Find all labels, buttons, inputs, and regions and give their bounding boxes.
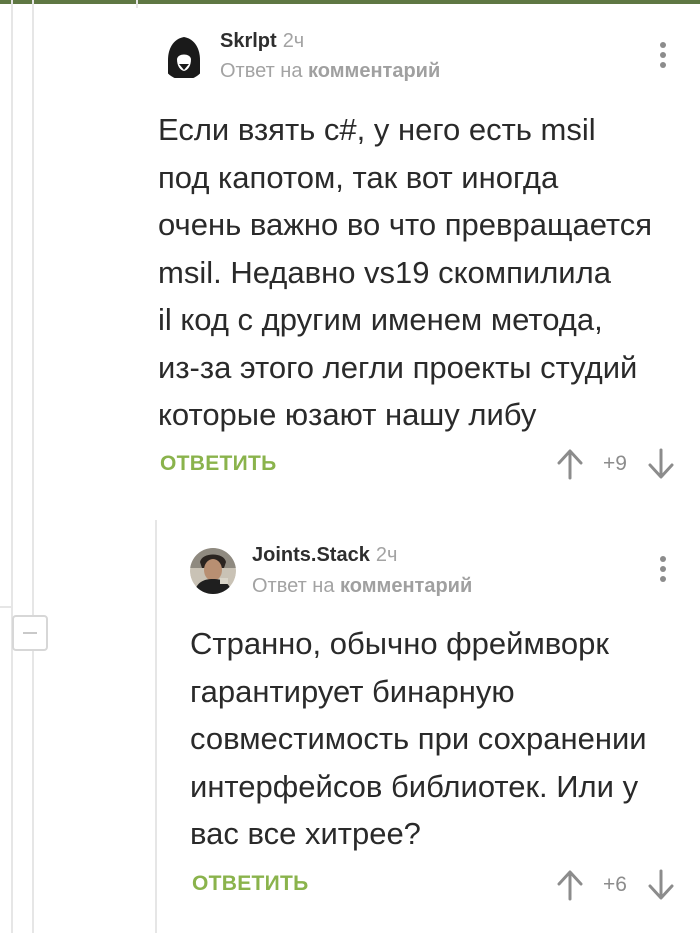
reply-to-line: Ответ на комментарий bbox=[220, 60, 440, 83]
comment-text: Если взять c#, у него есть msil под капо… bbox=[158, 112, 653, 432]
more-options-icon[interactable] bbox=[658, 42, 668, 72]
more-options-icon[interactable] bbox=[658, 556, 668, 586]
reply-parent-link[interactable]: комментарий bbox=[308, 60, 440, 82]
comment-time: 2ч bbox=[282, 30, 305, 52]
comment: Skrlpt 2ч Ответ на комментарий Если взять… bbox=[0, 0, 700, 500]
author-row: Skrlpt 2ч bbox=[220, 30, 304, 53]
author-name[interactable]: Skrlpt bbox=[220, 30, 277, 52]
reply-prefix: Ответ на bbox=[252, 575, 335, 597]
upvote-arrow-icon[interactable] bbox=[557, 869, 583, 901]
author-row: Joints.Stack 2ч bbox=[252, 544, 397, 567]
reply-button[interactable]: ОТВЕТИТЬ bbox=[160, 452, 277, 476]
reply-parent-link[interactable]: комментарий bbox=[340, 575, 472, 597]
comment: Joints.Stack 2ч Ответ на комментарий Стра… bbox=[0, 520, 700, 933]
person-photo-icon[interactable] bbox=[190, 548, 236, 594]
hooded-figure-icon[interactable] bbox=[161, 34, 207, 80]
author-name[interactable]: Joints.Stack bbox=[252, 544, 370, 566]
reply-to-line: Ответ на комментарий bbox=[252, 575, 472, 598]
reply-prefix: Ответ на bbox=[220, 60, 303, 82]
comment-time: 2ч bbox=[375, 544, 398, 566]
reply-button[interactable]: ОТВЕТИТЬ bbox=[192, 872, 309, 896]
downvote-arrow-icon[interactable] bbox=[648, 869, 674, 901]
upvote-arrow-icon[interactable] bbox=[557, 448, 583, 480]
vote-score: +9 bbox=[603, 452, 627, 475]
downvote-arrow-icon[interactable] bbox=[648, 448, 674, 480]
comment-text: Странно, обычно фреймворк гарантирует би… bbox=[190, 626, 647, 851]
vote-score: +6 bbox=[603, 873, 627, 896]
